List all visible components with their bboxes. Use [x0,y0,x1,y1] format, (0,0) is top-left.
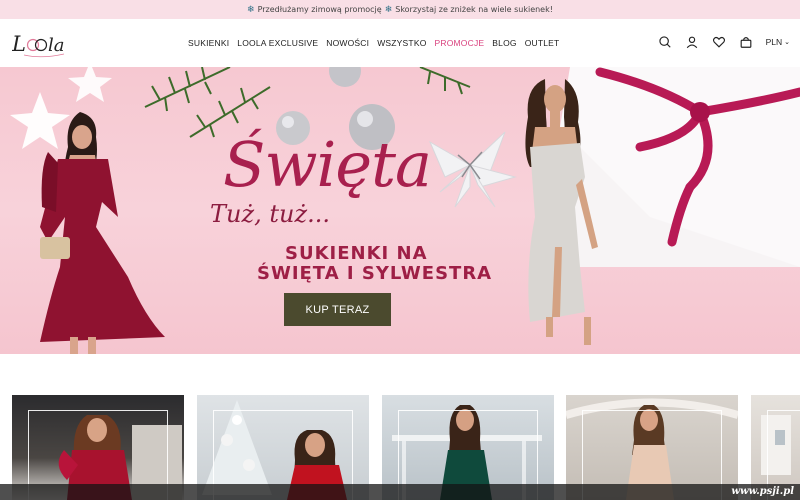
currency-label: PLN [765,37,783,47]
chevron-down-icon: ⌄ [784,39,790,46]
svg-text:la: la [48,35,65,56]
announcement-bar: ❄ Przedłużamy zimową promocję ❄ Skorzyst… [0,0,800,19]
shop-now-button[interactable]: KUP TERAZ [284,293,391,326]
nav-item-blog[interactable]: BLOG [492,38,516,48]
hero-decoration [10,67,800,354]
hero-title: Święta [223,128,432,201]
model-left [40,112,165,354]
nav-item-promocje[interactable]: PROMOCJE [435,38,485,48]
announcement-text-2: Skorzystaj ze zniżek na wiele sukienek! [395,5,553,14]
snowflake-icon: ❄ [384,4,393,15]
watermark-text: www.psji.pl [731,486,794,497]
hero-banner[interactable]: Święta Tuż, tuż... SUKIENKI NA ŚWIĘTA I … [0,67,800,354]
site-header: L la SUKIENKI LOOLA EXCLUSIVE NOWOŚCI WS… [0,19,800,67]
announcement-text-1: Przedłużamy zimową promocję [257,5,382,14]
currency-selector[interactable]: PLN ⌄ [766,37,790,47]
search-icon[interactable] [658,35,672,49]
snowflake-icon: ❄ [247,4,255,15]
main-nav: SUKIENKI LOOLA EXCLUSIVE NOWOŚCI WSZYSTK… [188,38,559,48]
hero-headline-2: ŚWIĘTA I SYLWESTRA [257,263,493,284]
bag-icon[interactable] [739,35,753,49]
hero-subtitle: Tuż, tuż... [210,200,330,228]
hero-headline-1: SUKIENKI NA [285,243,428,264]
heart-icon[interactable] [712,35,726,49]
nav-item-nowosci[interactable]: NOWOŚCI [326,38,369,48]
nav-item-sukienki[interactable]: SUKIENKI [188,38,229,48]
nav-item-loola-exclusive[interactable]: LOOLA EXCLUSIVE [237,38,318,48]
header-icons: PLN ⌄ [658,35,790,49]
user-icon[interactable] [685,35,699,49]
nav-item-outlet[interactable]: OUTLET [525,38,560,48]
logo[interactable]: L la [11,29,70,59]
nav-item-wszystko[interactable]: WSZYSTKO [377,38,426,48]
svg-text:L: L [12,32,26,56]
watermark-bar: www.psji.pl [0,484,800,500]
logo-mark: L la [11,32,65,58]
